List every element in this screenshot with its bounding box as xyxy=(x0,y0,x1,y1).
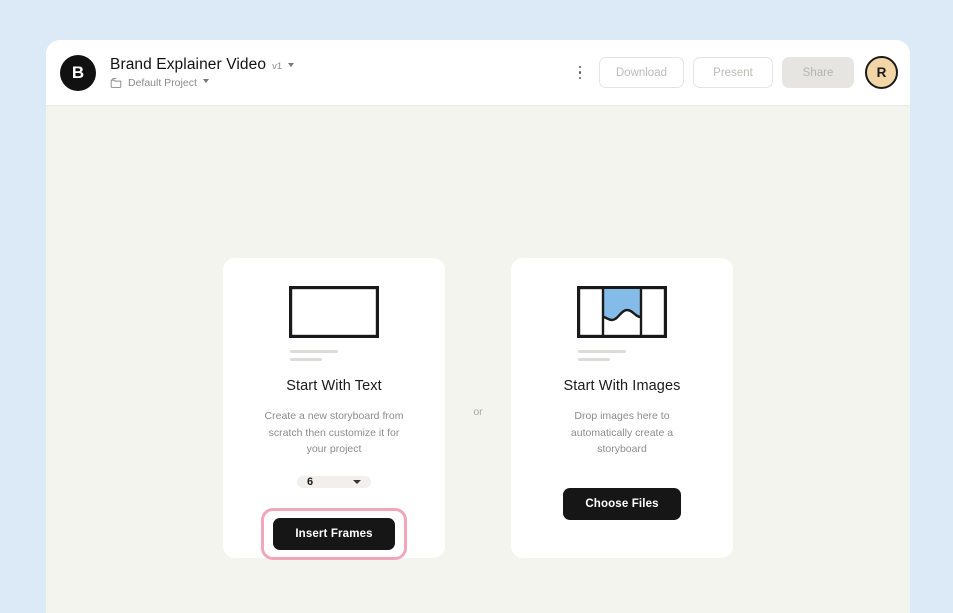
page-title: Brand Explainer Video xyxy=(110,56,266,74)
canvas-area: Start With Text Create a new storyboard … xyxy=(46,106,910,613)
kebab-dot xyxy=(579,66,582,69)
placeholder-line xyxy=(290,350,338,353)
placeholder-line xyxy=(578,350,626,353)
image-frames-icon xyxy=(577,286,667,358)
card-title: Start With Images xyxy=(564,378,681,394)
card-title: Start With Text xyxy=(286,378,382,394)
chevron-down-icon[interactable] xyxy=(288,63,294,67)
document-title-block: Brand Explainer Video v1 Default Project xyxy=(110,56,294,89)
placeholder-lines xyxy=(289,350,379,361)
or-divider: or xyxy=(445,406,511,418)
share-button[interactable]: Share xyxy=(782,57,854,88)
frame-count-value: 6 xyxy=(307,476,313,488)
folder-icon xyxy=(110,77,122,89)
text-frame-icon xyxy=(289,286,379,358)
present-button[interactable]: Present xyxy=(693,57,773,88)
frame-count-select[interactable]: 6 xyxy=(297,476,371,488)
breadcrumb[interactable]: Default Project xyxy=(110,77,294,89)
chevron-down-icon xyxy=(353,480,361,484)
brand-logo-letter: B xyxy=(72,64,84,81)
insert-frames-button[interactable]: Insert Frames xyxy=(273,518,394,550)
start-with-images-card[interactable]: Start With Images Drop images here to au… xyxy=(511,258,733,558)
avatar-initial: R xyxy=(877,65,887,80)
start-options: Start With Text Create a new storyboard … xyxy=(46,258,910,558)
app-window: B Brand Explainer Video v1 Default Proje… xyxy=(46,40,910,613)
kebab-dot xyxy=(579,77,582,80)
kebab-menu-icon[interactable] xyxy=(571,62,589,84)
placeholder-line xyxy=(578,358,610,361)
choose-files-button[interactable]: Choose Files xyxy=(563,488,680,520)
card-description: Drop images here to automatically create… xyxy=(546,408,698,458)
title-row: Brand Explainer Video v1 xyxy=(110,56,294,74)
insert-frames-focus-ring: Insert Frames xyxy=(261,508,406,560)
project-name: Default Project xyxy=(128,77,197,89)
brand-logo-icon[interactable]: B xyxy=(60,55,96,91)
chevron-down-icon[interactable] xyxy=(203,79,209,83)
placeholder-lines xyxy=(577,350,667,361)
choose-files-wrap: Choose Files xyxy=(563,488,680,520)
card-description: Create a new storyboard from scratch the… xyxy=(258,408,410,458)
download-button[interactable]: Download xyxy=(599,57,684,88)
placeholder-line xyxy=(290,358,322,361)
app-header: B Brand Explainer Video v1 Default Proje… xyxy=(46,40,910,106)
version-badge: v1 xyxy=(272,61,282,72)
start-with-text-card[interactable]: Start With Text Create a new storyboard … xyxy=(223,258,445,558)
kebab-dot xyxy=(579,71,582,74)
avatar[interactable]: R xyxy=(865,56,898,89)
